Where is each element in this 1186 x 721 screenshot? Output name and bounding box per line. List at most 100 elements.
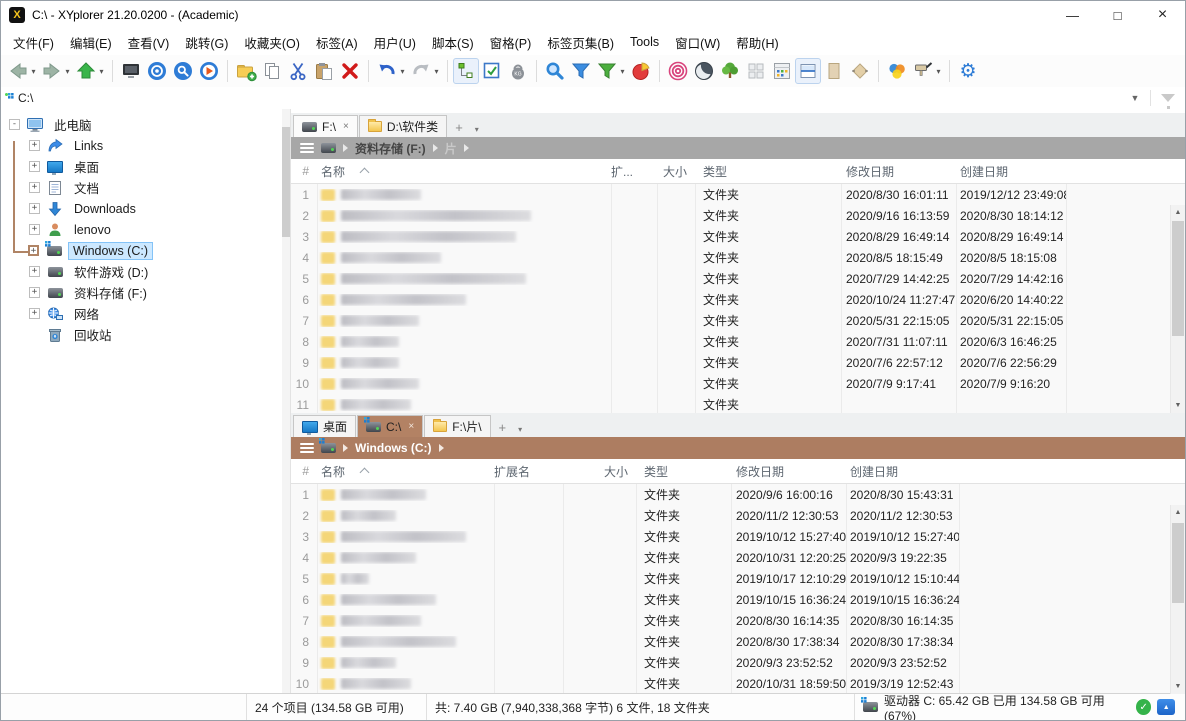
breadcrumb-segment-dim[interactable]: 片 xyxy=(445,140,457,157)
tab-c-drive[interactable]: C:\ × xyxy=(357,415,423,437)
tree-item-this-pc[interactable]: - 此电脑 xyxy=(1,114,290,135)
tab-list-dropdown[interactable]: ▾ xyxy=(470,125,484,137)
col-header-created[interactable]: 创建日期 xyxy=(846,463,959,480)
file-row[interactable]: 6文件夹2019/10/15 16:36:242019/10/15 16:36:… xyxy=(291,589,1185,610)
file-row[interactable]: 5文件夹2019/10/17 12:10:292019/10/12 15:10:… xyxy=(291,568,1185,589)
minimize-button[interactable]: — xyxy=(1050,1,1095,29)
tree-toggle-button[interactable] xyxy=(453,58,479,84)
new-tab-button[interactable]: + xyxy=(448,120,470,137)
col-header-ext[interactable]: 扩展名 xyxy=(494,463,563,480)
menu-help[interactable]: 帮助(H) xyxy=(728,30,786,55)
go-button[interactable] xyxy=(196,58,222,84)
file-row[interactable]: 3文件夹2019/10/12 15:27:402019/10/12 15:27:… xyxy=(291,526,1185,547)
bottom-scrollbar[interactable]: ▲ ▼ xyxy=(1170,505,1185,694)
file-row[interactable]: 1文件夹2020/8/30 16:01:112019/12/12 23:49:0… xyxy=(291,184,1185,205)
quick-search-button[interactable] xyxy=(170,58,196,84)
tree-expander[interactable]: + xyxy=(29,140,40,151)
tree-expander[interactable]: + xyxy=(29,161,40,172)
tree-expander-highlighted[interactable]: + xyxy=(28,245,39,256)
tree-label[interactable]: Downloads xyxy=(69,200,141,218)
tree-item-documents[interactable]: + 文档 xyxy=(1,177,290,198)
visual-filter-dropdown[interactable]: ▾ xyxy=(618,67,627,76)
col-header-modified[interactable]: 修改日期 xyxy=(731,463,846,480)
new-tab-button[interactable]: + xyxy=(492,420,514,437)
tree-scrollbar[interactable] xyxy=(282,109,290,694)
tree-scrollbar-thumb[interactable] xyxy=(282,127,290,237)
tree-item-desktop[interactable]: + 桌面 xyxy=(1,156,290,177)
file-row[interactable]: 7文件夹2020/8/30 16:14:352020/8/30 16:14:35 xyxy=(291,610,1185,631)
forward-button[interactable] xyxy=(39,58,65,84)
col-header-modified[interactable]: 修改日期 xyxy=(841,163,956,180)
tree-item-links[interactable]: + Links xyxy=(1,135,290,156)
tree-label[interactable]: 文档 xyxy=(69,176,104,199)
file-row[interactable]: 8文件夹2020/8/30 17:38:342020/8/30 17:38:34 xyxy=(291,631,1185,652)
folder-tree-button[interactable] xyxy=(717,58,743,84)
address-path[interactable]: C:\ xyxy=(18,91,33,105)
tag-button[interactable] xyxy=(847,58,873,84)
menu-view[interactable]: 查看(V) xyxy=(120,30,178,55)
tree-label[interactable]: Links xyxy=(69,137,108,155)
menu-window[interactable]: 窗口(W) xyxy=(667,30,728,55)
col-header-size[interactable]: 大小 xyxy=(657,163,695,180)
tree-expander[interactable]: + xyxy=(29,308,40,319)
file-row[interactable]: 9文件夹2020/7/6 22:57:122020/7/6 22:56:29 xyxy=(291,352,1185,373)
menu-favorites[interactable]: 收藏夹(O) xyxy=(236,30,308,55)
redo-dropdown[interactable]: ▾ xyxy=(432,67,441,76)
maximize-button[interactable]: □ xyxy=(1095,1,1140,29)
menu-panes[interactable]: 窗格(P) xyxy=(482,30,540,55)
tree-label[interactable]: 桌面 xyxy=(69,155,104,178)
col-header-type[interactable]: 类型 xyxy=(695,163,841,180)
tree-expander[interactable]: + xyxy=(29,266,40,277)
col-header-name[interactable]: 名称 xyxy=(315,163,611,180)
tree-label[interactable]: 网络 xyxy=(69,302,104,325)
tree-item-drive-d[interactable]: + 软件游戏 (D:) xyxy=(1,261,290,282)
menu-tools[interactable]: Tools xyxy=(622,32,667,52)
tree-label[interactable]: 此电脑 xyxy=(49,113,97,136)
col-header-index[interactable]: # xyxy=(291,164,315,178)
hotlist-button[interactable] xyxy=(144,58,170,84)
col-header-name[interactable]: 名称 xyxy=(315,463,494,480)
tree-expander[interactable]: + xyxy=(29,224,40,235)
system-drive-icon[interactable] xyxy=(321,443,336,453)
menu-go[interactable]: 跳转(G) xyxy=(177,30,236,55)
tree-expander[interactable]: + xyxy=(29,203,40,214)
tree-expander[interactable]: + xyxy=(29,287,40,298)
menu-user[interactable]: 用户(U) xyxy=(366,30,424,55)
tree-item-drive-f[interactable]: + 资料存储 (F:) xyxy=(1,282,290,303)
scrollbar-thumb[interactable] xyxy=(1172,221,1184,336)
find-files-button[interactable] xyxy=(542,58,568,84)
menu-scripting[interactable]: 脚本(S) xyxy=(424,30,482,55)
menu-file[interactable]: 文件(F) xyxy=(5,30,62,55)
file-row[interactable]: 7文件夹2020/5/31 22:15:052020/5/31 22:15:05 xyxy=(291,310,1185,331)
file-row[interactable]: 3文件夹2020/8/29 16:49:142020/8/29 16:49:14 xyxy=(291,226,1185,247)
horizontal-split-button[interactable] xyxy=(795,58,821,84)
file-row[interactable]: 5文件夹2020/7/29 14:42:252020/7/29 14:42:16 xyxy=(291,268,1185,289)
statistics-button[interactable] xyxy=(628,58,654,84)
scroll-down-icon[interactable]: ▼ xyxy=(1171,679,1185,694)
breadcrumb-segment[interactable]: Windows (C:) xyxy=(355,441,432,455)
close-button[interactable]: × xyxy=(1140,1,1185,29)
configuration-button[interactable]: ⚙ xyxy=(955,58,981,84)
forward-dropdown[interactable]: ▾ xyxy=(63,67,72,76)
tree-label[interactable]: 回收站 xyxy=(69,323,117,346)
tree-item-recycle-bin[interactable]: 回收站 xyxy=(1,324,290,345)
file-row[interactable]: 2文件夹2020/9/16 16:13:592020/8/30 18:14:12 xyxy=(291,205,1185,226)
file-row[interactable]: 4文件夹2020/10/31 12:20:252020/9/3 19:22:35 xyxy=(291,547,1185,568)
redo-button[interactable] xyxy=(408,58,434,84)
scroll-up-icon[interactable]: ▲ xyxy=(1171,505,1185,520)
file-row[interactable]: 1文件夹2020/9/6 16:00:162020/8/30 15:43:31 xyxy=(291,484,1185,505)
tree-item-user-lenovo[interactable]: + lenovo xyxy=(1,219,290,240)
file-row[interactable]: 8文件夹2020/7/31 11:07:112020/6/3 16:46:25 xyxy=(291,331,1185,352)
paper-folder-button[interactable] xyxy=(821,58,847,84)
filter-button[interactable] xyxy=(568,58,594,84)
undo-dropdown[interactable]: ▾ xyxy=(398,67,407,76)
dark-mode-button[interactable] xyxy=(691,58,717,84)
scrollbar-thumb[interactable] xyxy=(1172,523,1184,603)
file-row[interactable]: 9文件夹2020/9/3 23:52:522020/9/3 23:52:52 xyxy=(291,652,1185,673)
hamburger-icon[interactable] xyxy=(300,443,314,453)
back-dropdown[interactable]: ▾ xyxy=(29,67,38,76)
menu-tags[interactable]: 标签(A) xyxy=(308,30,366,55)
tree-item-drive-c[interactable]: + Windows (C:) xyxy=(1,240,290,261)
tree-item-network[interactable]: + 网络 xyxy=(1,303,290,324)
tab-f-pian[interactable]: F:\片\ xyxy=(424,415,490,437)
